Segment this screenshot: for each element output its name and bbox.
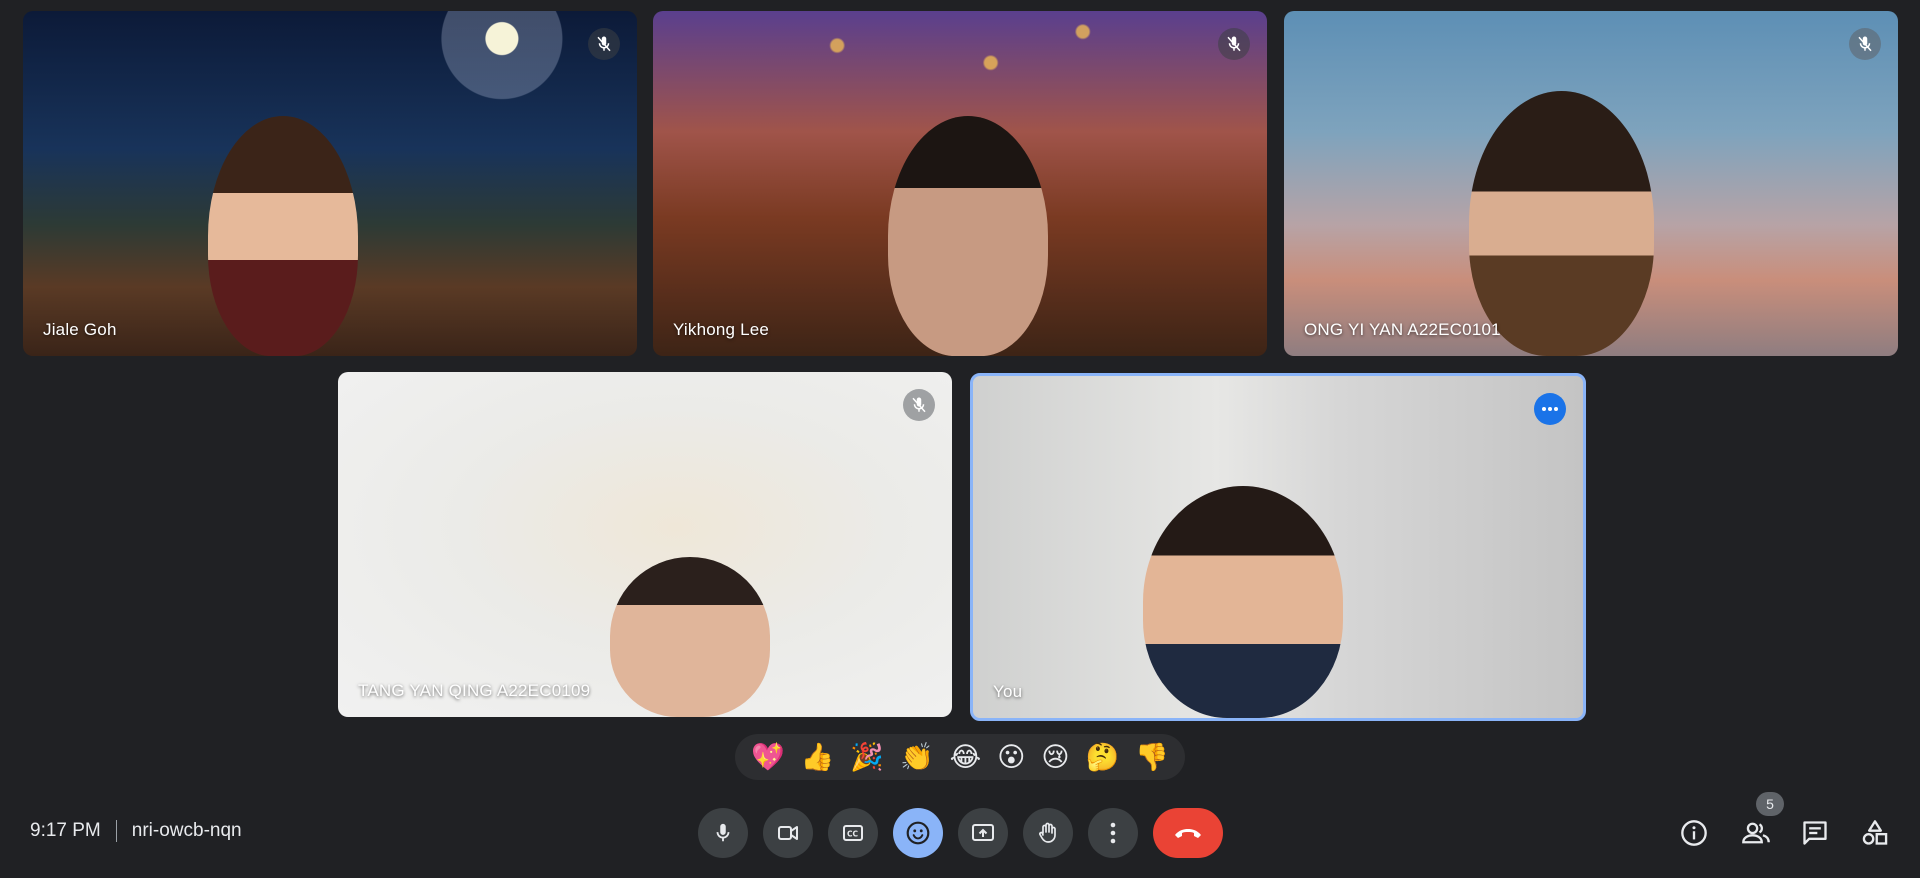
chat-icon [1803,821,1827,845]
present-screen-button[interactable] [958,808,1008,858]
more-options-button[interactable] [1088,808,1138,858]
mic-off-icon [1849,28,1881,60]
reaction-thumbs-down[interactable]: 👎 [1135,744,1169,771]
mic-off-icon [588,28,620,60]
info-icon [1681,820,1707,846]
participant-name: ONG YI YAN A22EC0101 [1304,320,1501,339]
video-tile-tang-yan-qing[interactable]: TANG YAN QING A22EC0109 [338,372,952,717]
meeting-details-button[interactable] [1676,815,1712,851]
mic-off-icon [903,389,935,421]
participant-video [1143,486,1343,718]
chat-button[interactable] [1797,815,1833,851]
microphone-button[interactable] [698,808,748,858]
hand-icon [1039,822,1056,843]
divider [115,820,117,842]
video-tile-yikhong-lee[interactable]: Yikhong Lee [653,11,1267,356]
microphone-icon [716,823,730,842]
participant-name: Yikhong Lee [673,320,770,339]
people-icon [1742,822,1770,844]
reaction-crying[interactable]: 😢 [1041,744,1069,771]
closed-captions-icon: CC [843,825,863,841]
meeting-info: 9:17 PM nri-owcb-nqn [30,820,242,842]
participant-name: Jiale Goh [43,320,117,339]
more-vert-icon [1110,822,1116,844]
participant-video [610,557,770,717]
participant-name: You [993,682,1023,701]
participant-video [208,116,358,356]
svg-text:CC: CC [847,830,859,839]
participant-name: TANG YAN QING A22EC0109 [358,681,591,700]
participant-video [888,116,1048,356]
raise-hand-button[interactable] [1023,808,1073,858]
reaction-clapping[interactable]: 👏 [900,744,934,771]
more-options-icon[interactable] [1534,393,1566,425]
reaction-thinking[interactable]: 🤔 [1086,744,1120,771]
reactions-bar: 💖 👍 🎉 👏 😂 😮 😢 🤔 👎 [735,734,1185,780]
reaction-party-popper[interactable]: 🎉 [850,744,884,771]
end-call-icon [1175,829,1201,838]
present-icon [972,824,994,841]
reaction-sparkling-heart[interactable]: 💖 [751,744,785,771]
emoji-reactions-button[interactable] [893,808,943,858]
video-tile-you[interactable]: You [970,373,1586,721]
leave-call-button[interactable] [1153,808,1223,858]
meeting-time: 9:17 PM [30,820,101,841]
activities-button[interactable] [1857,815,1893,851]
reaction-surprised[interactable]: 😮 [997,744,1025,771]
reaction-thumbs-up[interactable]: 👍 [801,744,835,771]
meeting-code: nri-owcb-nqn [131,820,242,841]
camera-icon [778,826,798,840]
video-tile-ong-yi-yan[interactable]: ONG YI YAN A22EC0101 [1284,11,1898,356]
mic-off-icon [1218,28,1250,60]
activities-shapes-icon [1862,820,1888,845]
smiley-icon [906,821,930,845]
video-tile-jiale-goh[interactable]: Jiale Goh [23,11,637,356]
camera-button[interactable] [763,808,813,858]
participant-video [1469,91,1654,356]
reaction-joy[interactable]: 😂 [950,744,982,771]
captions-button[interactable]: CC [828,808,878,858]
participant-count-badge: 5 [1756,792,1784,816]
people-button[interactable] [1738,815,1774,851]
